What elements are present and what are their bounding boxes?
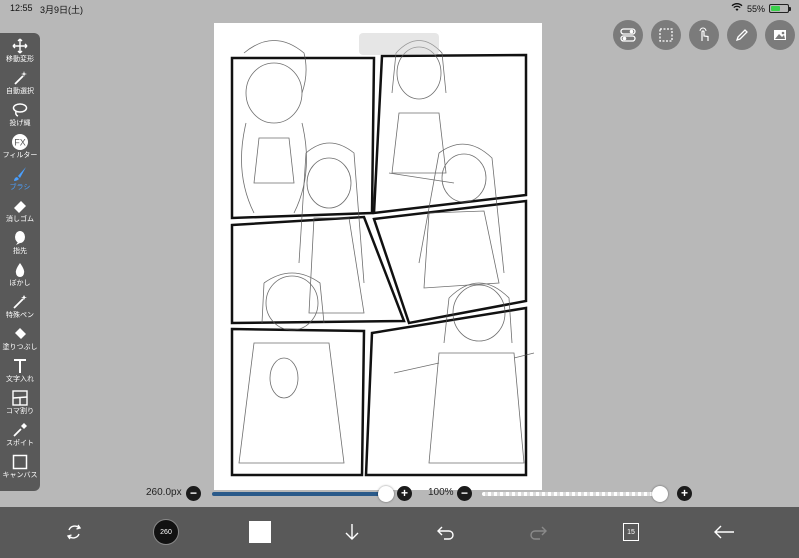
tool-lasso[interactable]: 投げ縄: [0, 101, 40, 133]
selection-icon: [659, 28, 673, 42]
arrow-left-icon: [714, 525, 734, 539]
fx-icon: FX: [11, 133, 29, 151]
undo-icon: [437, 526, 454, 540]
tool-label: 塗りつぶし: [2, 344, 38, 351]
tool-move-transform[interactable]: 移動変形: [0, 37, 40, 69]
lasso-icon: [11, 101, 29, 119]
tool-label: スポイト: [6, 440, 34, 447]
brush-size-label: 260.0px: [146, 487, 182, 498]
tool-label: 特殊ペン: [6, 312, 34, 319]
arrow-down-icon: [345, 524, 359, 540]
tool-palette: 移動変形自動選択投げ縄 FX フィルターブラシ消しゴム指先ぼかし特殊ペン塗りつぶし文…: [0, 33, 40, 491]
size-plus-button[interactable]: +: [397, 486, 412, 501]
layers-button[interactable]: 15: [615, 516, 647, 548]
tool-label: フィルター: [2, 152, 38, 159]
selection-button[interactable]: [651, 20, 681, 50]
magic-wand-icon: [11, 69, 29, 87]
bottom-toolbar: 260 15: [0, 507, 799, 558]
size-slider-track[interactable]: [212, 492, 390, 496]
canvas-scroll-handle[interactable]: [359, 33, 439, 55]
canvas-icon: [11, 453, 29, 471]
move-icon: [11, 37, 29, 55]
tool-label: 自動選択: [6, 88, 34, 95]
tool-eyedropper[interactable]: スポイト: [0, 421, 40, 453]
special-pen-icon: [11, 293, 29, 311]
tool-eraser[interactable]: 消しゴム: [0, 197, 40, 229]
tool-label: キャンバス: [2, 472, 38, 479]
opacity-slider-knob[interactable]: [652, 486, 668, 502]
back-button[interactable]: [708, 516, 740, 548]
tool-special-pen[interactable]: 特殊ペン: [0, 293, 40, 325]
panel-border: [364, 306, 528, 477]
tool-label: 文字入れ: [6, 376, 34, 383]
tool-filter[interactable]: FX フィルター: [0, 133, 40, 165]
tool-text[interactable]: 文字入れ: [0, 357, 40, 389]
opacity-label: 100%: [428, 487, 454, 498]
brush-icon: [11, 165, 29, 183]
battery-fill: [771, 6, 780, 11]
tool-label: コマ割り: [6, 408, 34, 415]
brush-size-badge: 260: [153, 519, 179, 545]
size-minus-button[interactable]: −: [186, 486, 201, 501]
finger-icon: [11, 229, 29, 247]
canvas-paper[interactable]: [214, 23, 542, 490]
wifi-icon: [731, 3, 743, 14]
toggle-icon: [620, 28, 636, 42]
tool-frame-divider[interactable]: コマ割り: [0, 389, 40, 421]
frame-icon: [11, 389, 29, 407]
status-right: 55%: [731, 3, 791, 14]
battery-icon: [769, 4, 791, 13]
current-color-swatch: [249, 521, 271, 543]
transform-button[interactable]: [58, 516, 90, 548]
tool-finger[interactable]: 指先: [0, 229, 40, 261]
pencil-icon: [735, 29, 748, 42]
rotate-arrows-icon: [66, 524, 82, 540]
tool-label: ブラシ: [9, 184, 31, 191]
tool-label: 消しゴム: [6, 216, 34, 223]
brush-size-button[interactable]: 260: [150, 516, 182, 548]
size-slider-knob[interactable]: [378, 486, 395, 502]
redo-button[interactable]: [522, 516, 554, 548]
color-button[interactable]: [244, 516, 276, 548]
battery-percent: 55%: [746, 3, 765, 14]
opacity-minus-button[interactable]: −: [457, 486, 472, 501]
toggle-settings-button[interactable]: [613, 20, 643, 50]
material-button[interactable]: [765, 20, 795, 50]
download-button[interactable]: [336, 516, 368, 548]
manga-panels-sketch: [230, 40, 535, 477]
image-icon: [774, 30, 786, 40]
opacity-plus-button[interactable]: +: [677, 486, 692, 501]
tool-magic-wand[interactable]: 自動選択: [0, 69, 40, 101]
fill-bucket-icon: [11, 325, 29, 343]
tool-label: 移動変形: [6, 56, 34, 63]
tool-label: 指先: [13, 248, 27, 255]
tool-label: 投げ縄: [9, 120, 31, 127]
top-right-actions: [613, 20, 795, 50]
text-icon: [11, 357, 29, 375]
opacity-slider-track[interactable]: [482, 492, 668, 496]
tool-label: ぼかし: [9, 280, 31, 287]
hand-touch-icon: [699, 27, 709, 41]
eraser-icon: [11, 197, 29, 215]
tool-brush[interactable]: ブラシ: [0, 165, 40, 197]
gesture-button[interactable]: [689, 20, 719, 50]
tool-fill[interactable]: 塗りつぶし: [0, 325, 40, 357]
eyedropper-icon: [11, 421, 29, 439]
undo-button[interactable]: [430, 516, 462, 548]
status-bar: 12:55 3月9日(土) 55%: [0, 0, 799, 16]
status-time: 12:55: [10, 3, 33, 13]
layer-count-badge: 15: [623, 523, 639, 541]
blur-drop-icon: [11, 261, 29, 279]
pen-button[interactable]: [727, 20, 757, 50]
tool-blur[interactable]: ぼかし: [0, 261, 40, 293]
svg-text:FX: FX: [14, 138, 26, 148]
panel-border: [230, 327, 366, 477]
status-date: 3月9日(土): [40, 5, 84, 15]
redo-icon: [530, 526, 547, 540]
tool-canvas[interactable]: キャンバス: [0, 453, 40, 485]
